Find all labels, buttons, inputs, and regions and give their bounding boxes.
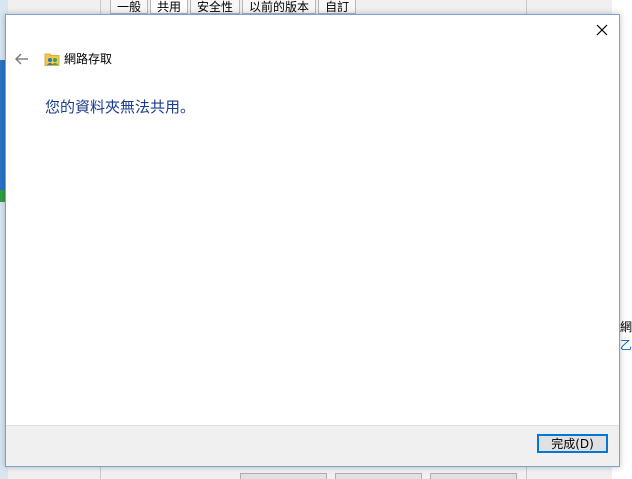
background-tab-strip: 一般 共用 安全性 以前的版本 自訂 bbox=[110, 0, 357, 14]
close-button[interactable] bbox=[591, 19, 613, 41]
error-message: 您的資料夾無法共用。 bbox=[45, 98, 196, 116]
background-right-link[interactable]: 乙 bbox=[620, 338, 632, 352]
back-button[interactable] bbox=[12, 50, 32, 68]
dialog-header: 網路存取 bbox=[6, 47, 619, 71]
background-button[interactable] bbox=[430, 473, 517, 479]
background-tab-sharing[interactable]: 共用 bbox=[150, 0, 189, 14]
background-right-text: 網 bbox=[620, 320, 632, 334]
dialog-title: 網路存取 bbox=[64, 52, 113, 66]
finish-button[interactable]: 完成(D) bbox=[537, 434, 608, 453]
desktop: 一般 共用 安全性 以前的版本 自訂 網 乙 網路存取 您的資料夾無法共用。 完… bbox=[0, 0, 632, 479]
network-access-dialog: 網路存取 您的資料夾無法共用。 完成(D) bbox=[5, 14, 620, 467]
background-button[interactable] bbox=[240, 473, 327, 479]
background-tab-security[interactable]: 安全性 bbox=[190, 0, 241, 14]
background-tab-general[interactable]: 一般 bbox=[110, 0, 149, 14]
network-folder-icon bbox=[44, 53, 60, 66]
close-icon bbox=[596, 24, 608, 36]
dialog-footer: 完成(D) bbox=[6, 425, 619, 466]
background-tab-customize[interactable]: 自訂 bbox=[318, 0, 357, 14]
back-arrow-icon bbox=[15, 53, 28, 65]
background-tab-previous-versions[interactable]: 以前的版本 bbox=[242, 0, 317, 14]
background-button[interactable] bbox=[335, 473, 422, 479]
